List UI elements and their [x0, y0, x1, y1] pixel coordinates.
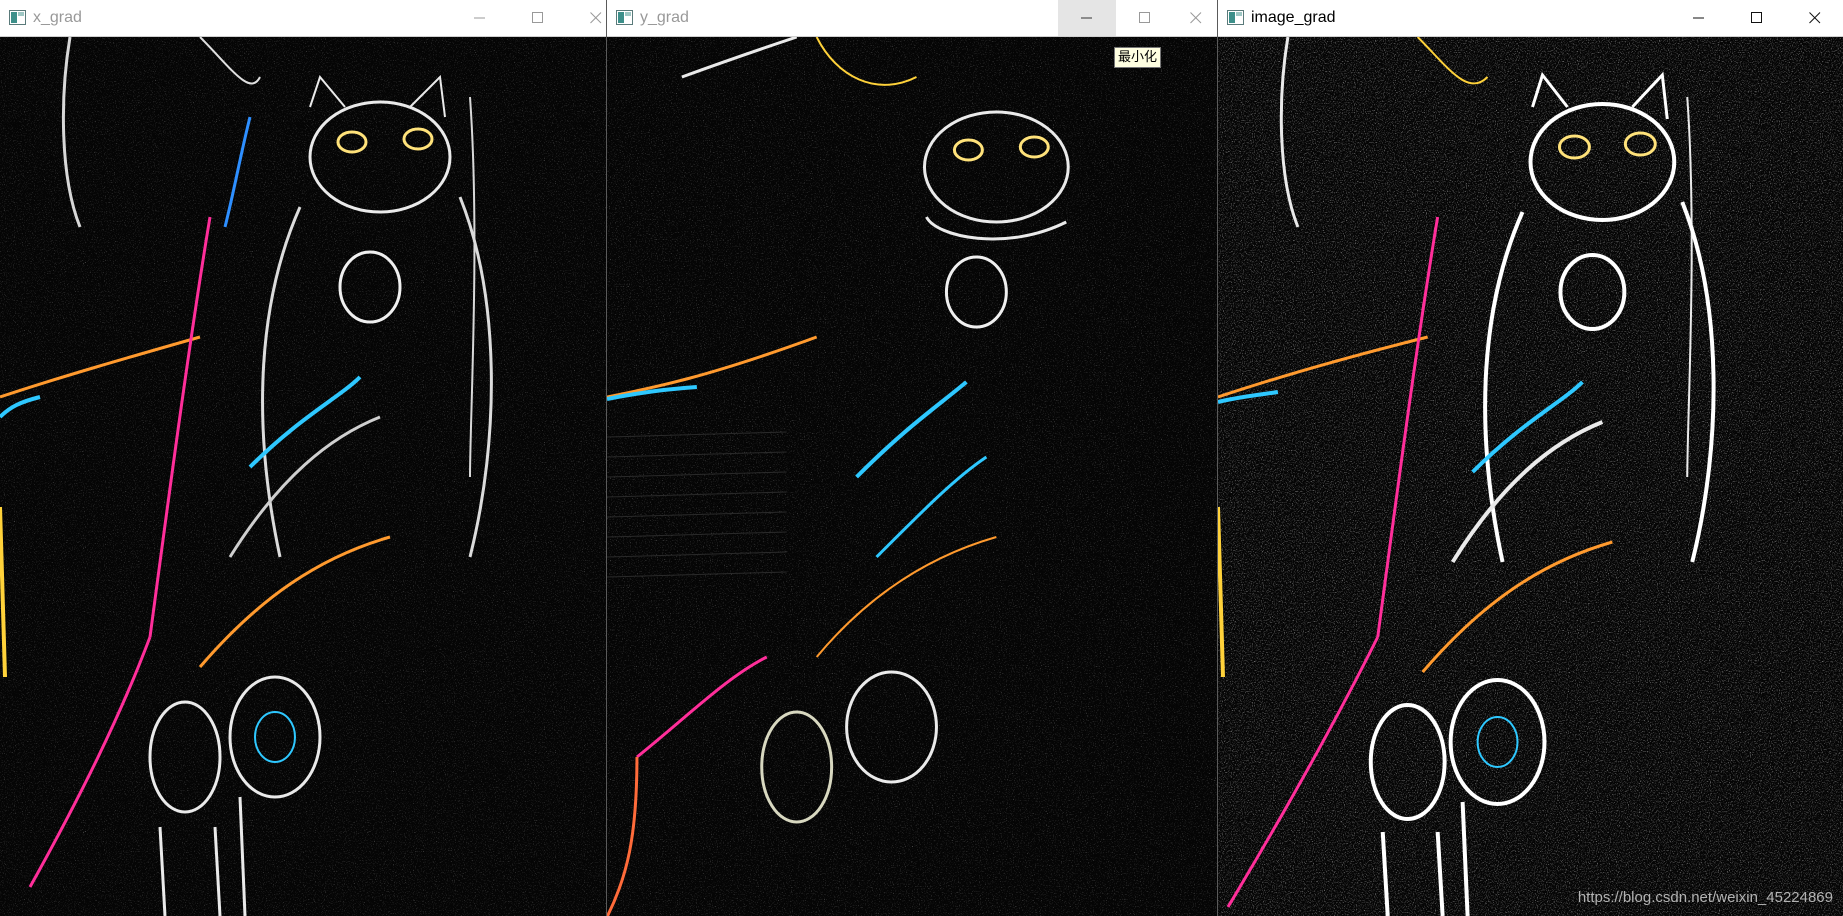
- maximize-icon: [1751, 12, 1762, 23]
- minimize-tooltip: 最小化: [1114, 47, 1162, 68]
- minimize-button[interactable]: [451, 0, 509, 36]
- maximize-icon: [532, 12, 543, 23]
- y-gradient-cat-image: [607, 37, 1217, 916]
- window-image-grad[interactable]: image_grad: [1217, 0, 1843, 916]
- maximize-icon: [1139, 12, 1150, 23]
- watermark-url: https://blog.csdn.net/weixin_45224869: [1577, 889, 1833, 906]
- window-app-icon: [616, 10, 633, 25]
- window-app-icon: [1227, 10, 1244, 25]
- close-icon: [1190, 12, 1202, 24]
- combined-gradient-cat-image: [1218, 37, 1843, 916]
- titlebar-x-grad[interactable]: x_grad: [0, 0, 606, 37]
- titlebar-y-grad[interactable]: y_grad: [607, 0, 1217, 37]
- minimize-button[interactable]: [1670, 0, 1728, 36]
- close-button[interactable]: [567, 0, 606, 36]
- window-title: image_grad: [1251, 9, 1336, 26]
- close-icon: [590, 12, 602, 24]
- maximize-button[interactable]: [1116, 0, 1174, 36]
- minimize-icon: [474, 17, 485, 19]
- minimize-icon: [1081, 17, 1092, 19]
- desktop: x_grad y_grad image_grad 最小化 https://blo…: [0, 0, 1843, 916]
- close-icon: [1809, 12, 1821, 24]
- titlebar-image-grad[interactable]: image_grad: [1218, 0, 1843, 37]
- window-title: x_grad: [33, 9, 82, 26]
- window-app-icon: [9, 10, 26, 25]
- maximize-button[interactable]: [1728, 0, 1786, 36]
- minimize-button[interactable]: [1058, 0, 1116, 36]
- maximize-button[interactable]: [509, 0, 567, 36]
- minimize-icon: [1693, 17, 1704, 19]
- close-button[interactable]: [1174, 0, 1217, 36]
- window-y-grad[interactable]: y_grad: [606, 0, 1217, 916]
- close-button[interactable]: [1786, 0, 1843, 36]
- window-title: y_grad: [640, 9, 689, 26]
- x-gradient-cat-image: [0, 37, 606, 916]
- window-x-grad[interactable]: x_grad: [0, 0, 606, 916]
